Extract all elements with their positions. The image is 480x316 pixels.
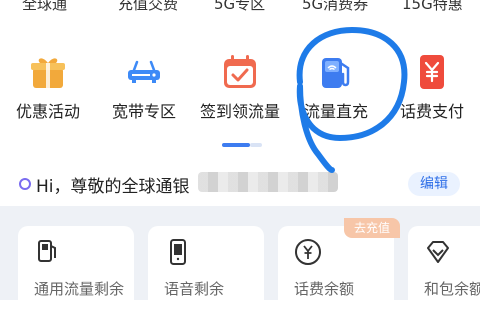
card-label: 和包余额 (424, 280, 480, 298)
quick-action-data-recharge[interactable]: 流量直充 (288, 52, 384, 124)
recharge-tag[interactable]: 去充值 (344, 218, 400, 238)
balance-cards: 通用流量剩余 语音剩余 话费余额 和包余额 (0, 206, 480, 316)
diamond-icon (427, 241, 449, 263)
card-data-remaining[interactable]: 通用流量剩余 (18, 226, 134, 316)
top-menu-item[interactable]: 15G特惠 (402, 0, 463, 14)
phone-icon (170, 239, 186, 265)
data-charger-icon (38, 240, 56, 262)
quick-action-bill-pay[interactable]: 话费支付 (384, 52, 480, 124)
calendar-check-icon (224, 55, 256, 88)
router-icon (128, 60, 160, 83)
quick-action-promotions[interactable]: 优惠活动 (0, 52, 96, 124)
gift-icon (31, 58, 65, 88)
quick-action-checkin[interactable]: 签到领流量 (192, 52, 288, 124)
data-charger-icon (322, 58, 350, 88)
card-label: 语音剩余 (164, 280, 225, 298)
quick-action-label: 宽带专区 (111, 102, 176, 121)
card-label: 话费余额 (294, 280, 355, 298)
quick-action-label: 签到领流量 (199, 102, 280, 121)
quick-action-broadband[interactable]: 宽带专区 (96, 52, 192, 124)
top-menu: 全球通 充值交费 5G专区 5G消费券 15G特惠 (0, 0, 480, 17)
pager-indicator (222, 143, 250, 147)
masked-name (198, 172, 338, 192)
top-menu-item[interactable]: 5G消费券 (302, 0, 368, 14)
quick-actions: 优惠活动 宽带专区 签到领流量 流量直充 话费支付 (0, 52, 480, 124)
card-voice-remaining[interactable]: 语音剩余 (148, 226, 264, 316)
pager-indicator (250, 143, 262, 147)
card-bill-balance[interactable]: 话费余额 (278, 226, 394, 316)
quick-action-label: 话费支付 (399, 102, 464, 121)
status-dot (19, 178, 31, 190)
top-menu-item[interactable]: 5G专区 (214, 0, 265, 14)
quick-action-label: 优惠活动 (15, 102, 80, 121)
quick-action-label: 流量直充 (303, 102, 368, 121)
card-label: 通用流量剩余 (34, 280, 125, 298)
top-menu-item[interactable]: 全球通 (22, 0, 67, 14)
edit-button[interactable]: 编辑 (408, 172, 460, 196)
yuan-coin-icon (295, 239, 321, 265)
top-menu-item[interactable]: 充值交费 (118, 0, 178, 14)
yuan-card-icon (420, 55, 444, 89)
card-hebao-balance[interactable]: 和包余额 (408, 226, 480, 316)
greeting-text: Hi，尊敬的全球通银 (36, 177, 190, 197)
